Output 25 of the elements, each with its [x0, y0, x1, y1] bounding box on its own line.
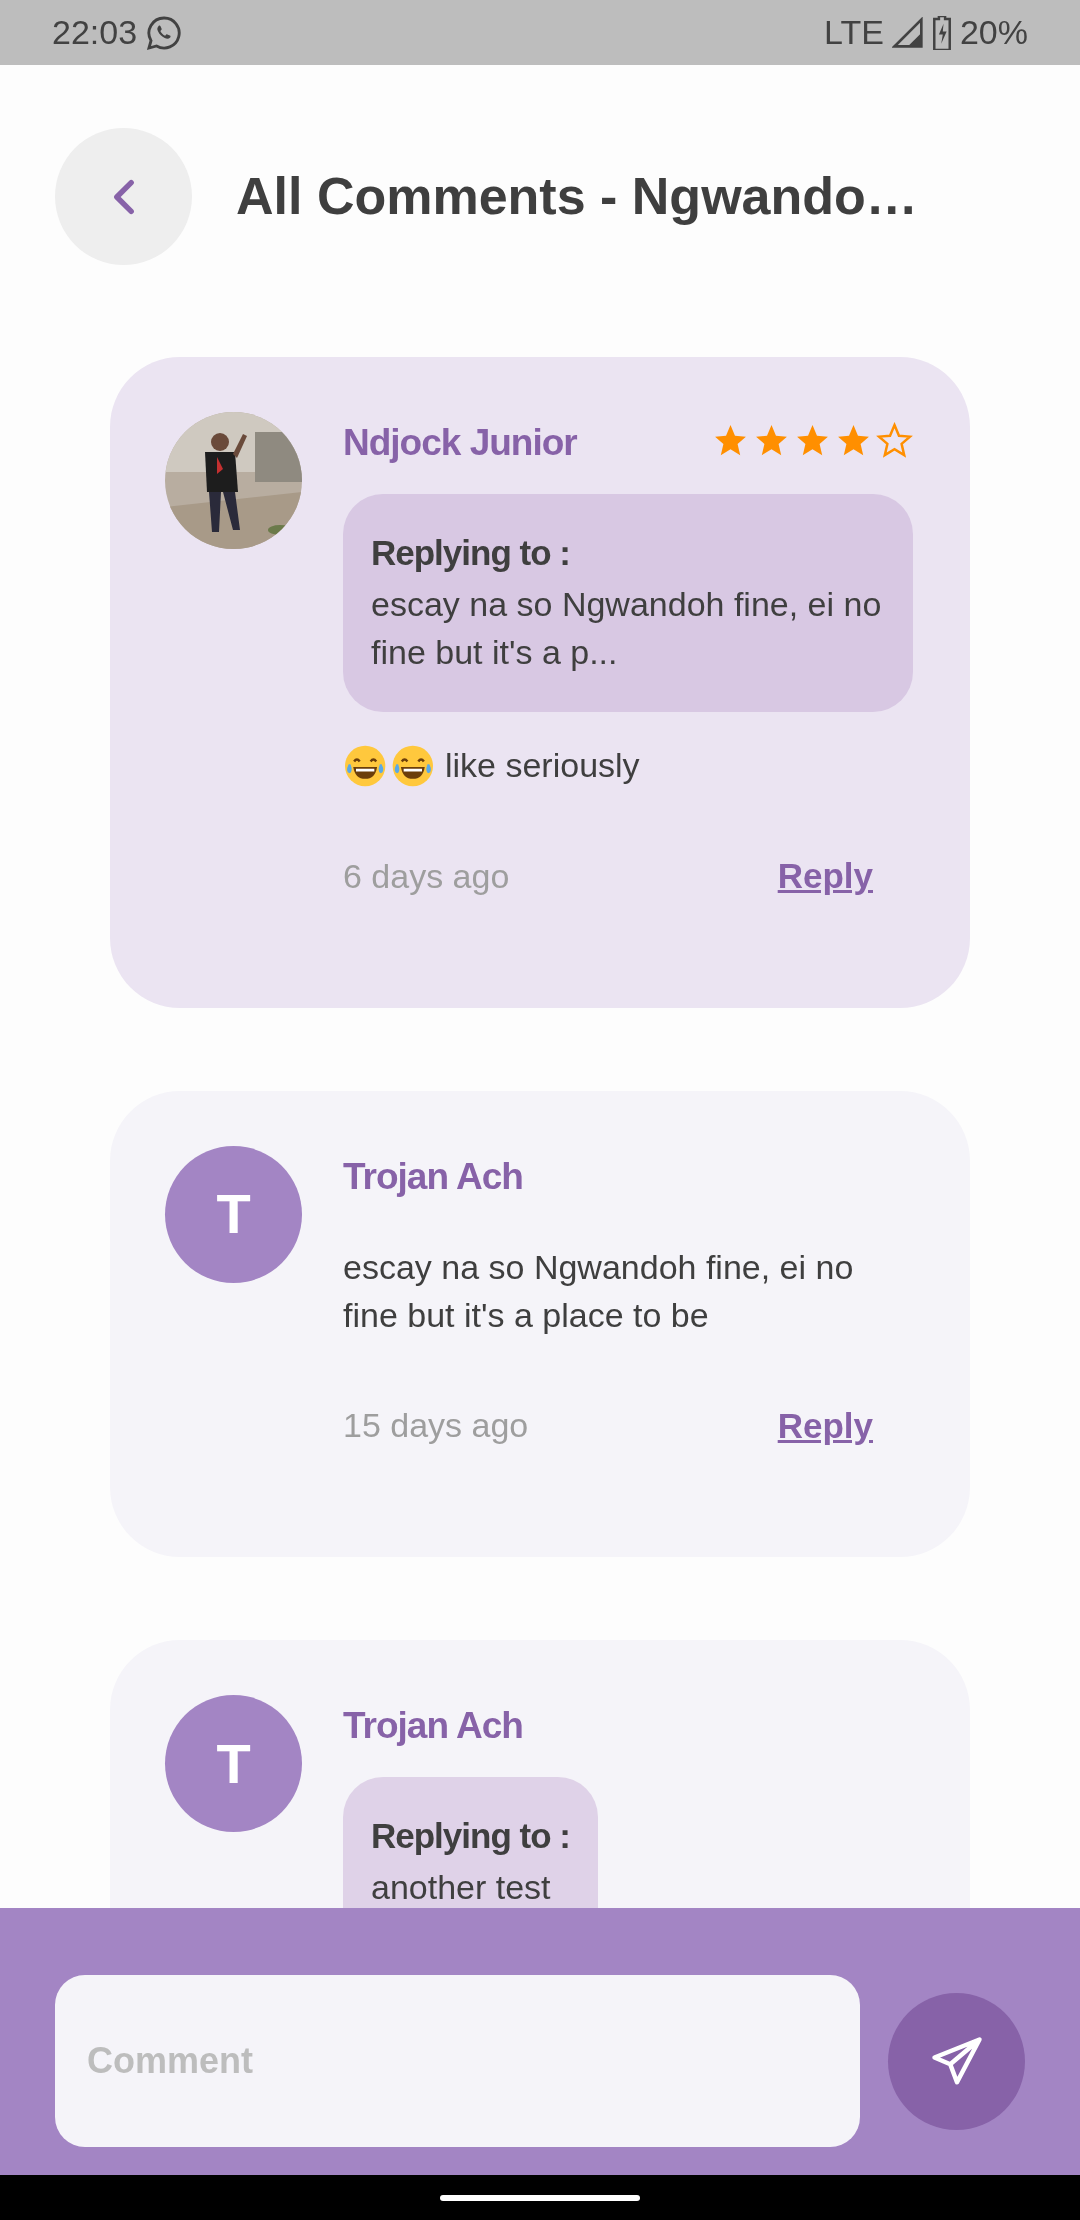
comment-time: 15 days ago: [343, 1405, 529, 1447]
quote-label: Replying to :: [371, 1814, 570, 1857]
avatar-initial: T: [165, 1695, 302, 1833]
back-chevron-icon: [112, 178, 135, 215]
battery-icon: [931, 15, 952, 50]
home-indicator[interactable]: [440, 2194, 640, 2201]
quote-label: Replying to :: [371, 531, 571, 574]
comment-input[interactable]: Comment: [55, 1975, 860, 2147]
avatar-initial: T: [165, 1145, 302, 1283]
comment-text: like seriously: [445, 745, 640, 787]
comment-time: 6 days ago: [343, 855, 510, 897]
author-name: Trojan Ach: [343, 1154, 523, 1199]
reply-link[interactable]: Reply: [777, 850, 873, 903]
reply-link[interactable]: Reply: [777, 1399, 873, 1453]
signal-icon: [891, 16, 924, 49]
status-time: 22:03: [52, 12, 138, 53]
quoted-text: another test: [371, 1867, 552, 1908]
author-name: Ndjock Junior: [343, 421, 577, 465]
author-name: Trojan Ach: [343, 1704, 523, 1749]
quoted-text: escay na so Ngwandoh fine, ei no fine but it's a p...: [371, 584, 883, 673]
star-icon: [876, 421, 913, 459]
comment-text: escay na so Ngwandoh fine, ei no fine but it's a place to be: [343, 1247, 855, 1336]
network-label: LTE: [824, 12, 884, 53]
battery-level: 20%: [959, 12, 1028, 53]
page-title: All Comments - Ngwando…: [236, 166, 918, 227]
